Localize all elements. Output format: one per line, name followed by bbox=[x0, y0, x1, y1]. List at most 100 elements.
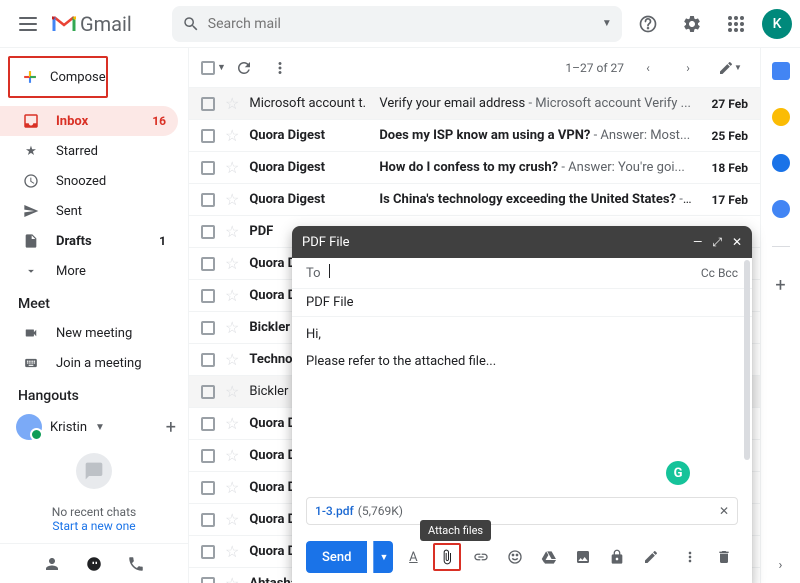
star-button[interactable]: ☆ bbox=[225, 190, 239, 209]
select-all-checkbox[interactable]: ▼ bbox=[201, 61, 226, 75]
video-icon bbox=[22, 326, 40, 340]
drive-icon bbox=[541, 549, 557, 565]
hangouts-tab[interactable] bbox=[85, 555, 103, 573]
contacts-addon-icon[interactable] bbox=[772, 200, 790, 218]
compose-button[interactable]: Compose bbox=[8, 56, 108, 98]
insert-photo-button[interactable] bbox=[569, 543, 597, 571]
star-button[interactable]: ☆ bbox=[225, 510, 239, 529]
star-button[interactable]: ☆ bbox=[225, 382, 239, 401]
star-button[interactable]: ☆ bbox=[225, 542, 239, 561]
hangouts-user-row[interactable]: Kristin ▼ + bbox=[0, 410, 188, 444]
refresh-button[interactable] bbox=[226, 50, 262, 86]
attach-files-button[interactable] bbox=[433, 543, 461, 571]
insert-signature-button[interactable] bbox=[637, 543, 665, 571]
row-checkbox[interactable] bbox=[201, 193, 215, 207]
sidebar-join-meeting[interactable]: Join a meeting bbox=[0, 348, 188, 378]
send-button[interactable]: Send bbox=[306, 541, 367, 573]
more-options-button[interactable] bbox=[676, 543, 704, 571]
search-bar[interactable]: ▼ bbox=[172, 6, 622, 42]
prev-page-button[interactable]: ‹ bbox=[630, 50, 666, 86]
sidebar-item-more[interactable]: More bbox=[0, 256, 178, 286]
star-button[interactable]: ☆ bbox=[225, 254, 239, 273]
sidebar-item-inbox[interactable]: Inbox 16 bbox=[0, 106, 178, 136]
row-checkbox[interactable] bbox=[201, 385, 215, 399]
row-checkbox[interactable] bbox=[201, 545, 215, 559]
star-button[interactable]: ☆ bbox=[225, 318, 239, 337]
insert-drive-button[interactable] bbox=[535, 543, 563, 571]
row-checkbox[interactable] bbox=[201, 321, 215, 335]
row-checkbox[interactable] bbox=[201, 129, 215, 143]
compose-header[interactable]: PDF File — ⤢ ✕ bbox=[292, 226, 752, 258]
row-checkbox[interactable] bbox=[201, 97, 215, 111]
star-button[interactable]: ☆ bbox=[225, 414, 239, 433]
remove-attachment-button[interactable]: ✕ bbox=[719, 504, 729, 518]
star-button[interactable]: ☆ bbox=[225, 286, 239, 305]
row-checkbox[interactable] bbox=[201, 481, 215, 495]
row-checkbox[interactable] bbox=[201, 225, 215, 239]
get-addons-button[interactable]: + bbox=[775, 275, 785, 296]
gmail-logo[interactable]: Gmail bbox=[52, 12, 132, 36]
star-button[interactable]: ☆ bbox=[225, 446, 239, 465]
discard-draft-button[interactable] bbox=[710, 543, 738, 571]
row-checkbox[interactable] bbox=[201, 353, 215, 367]
email-row[interactable]: ☆Quora DigestIs China's technology excee… bbox=[189, 184, 760, 216]
no-chats-text: No recent chats bbox=[20, 505, 168, 519]
bcc-button[interactable]: Bcc bbox=[718, 266, 738, 280]
close-button[interactable]: ✕ bbox=[732, 235, 742, 250]
fullscreen-button[interactable]: ⤢ bbox=[712, 235, 722, 250]
sidebar-item-sent[interactable]: Sent bbox=[0, 196, 178, 226]
calendar-addon-icon[interactable] bbox=[772, 62, 790, 80]
star-button[interactable]: ☆ bbox=[225, 158, 239, 177]
more-button[interactable] bbox=[262, 50, 298, 86]
subject-field[interactable]: PDF File bbox=[292, 289, 752, 317]
new-conversation-button[interactable]: + bbox=[166, 417, 176, 438]
email-row[interactable]: ☆Quora DigestHow do I confess to my crus… bbox=[189, 152, 760, 184]
minimize-button[interactable]: — bbox=[693, 235, 702, 250]
star-button[interactable]: ☆ bbox=[225, 222, 239, 241]
search-input[interactable] bbox=[208, 16, 602, 32]
phone-tab[interactable] bbox=[127, 555, 145, 573]
support-button[interactable] bbox=[630, 6, 666, 42]
star-button[interactable]: ☆ bbox=[225, 350, 239, 369]
row-checkbox[interactable] bbox=[201, 513, 215, 527]
confidential-mode-button[interactable] bbox=[603, 543, 631, 571]
attachment-chip[interactable]: 1-3.pdf (5,769K) ✕ bbox=[306, 497, 738, 525]
sidebar-new-meeting[interactable]: New meeting bbox=[0, 318, 188, 348]
row-checkbox[interactable] bbox=[201, 289, 215, 303]
email-row[interactable]: ☆Microsoft account t.Verify your email a… bbox=[189, 88, 760, 120]
email-row[interactable]: ☆Quora DigestDoes my ISP know am using a… bbox=[189, 120, 760, 152]
search-options-dropdown[interactable]: ▼ bbox=[602, 18, 612, 29]
star-button[interactable]: ☆ bbox=[225, 574, 239, 583]
send-options-button[interactable]: ▼ bbox=[373, 541, 393, 573]
person-tab[interactable] bbox=[43, 555, 61, 573]
star-button[interactable]: ☆ bbox=[225, 94, 239, 113]
row-checkbox[interactable] bbox=[201, 577, 215, 583]
cc-button[interactable]: Cc bbox=[701, 266, 715, 280]
grammarly-icon[interactable]: G bbox=[666, 461, 690, 485]
insert-emoji-button[interactable] bbox=[501, 543, 529, 571]
apps-button[interactable] bbox=[718, 6, 754, 42]
star-button[interactable]: ☆ bbox=[225, 478, 239, 497]
start-new-chat-link[interactable]: Start a new one bbox=[20, 519, 168, 533]
tasks-addon-icon[interactable] bbox=[772, 154, 790, 172]
sidebar-item-snoozed[interactable]: Snoozed bbox=[0, 166, 178, 196]
formatting-button[interactable]: A bbox=[399, 543, 427, 571]
to-field[interactable]: To Cc Bcc bbox=[292, 258, 752, 289]
star-button[interactable]: ☆ bbox=[225, 126, 239, 145]
row-checkbox[interactable] bbox=[201, 161, 215, 175]
keep-addon-icon[interactable] bbox=[772, 108, 790, 126]
row-checkbox[interactable] bbox=[201, 449, 215, 463]
sidebar: Compose Inbox 16 ★ Starred Snoozed Sent … bbox=[0, 48, 188, 583]
sidebar-item-drafts[interactable]: Drafts 1 bbox=[0, 226, 178, 256]
sidebar-item-starred[interactable]: ★ Starred bbox=[0, 136, 178, 166]
input-tools-button[interactable]: ▼ bbox=[712, 50, 748, 86]
account-avatar[interactable]: K bbox=[762, 9, 792, 39]
row-checkbox[interactable] bbox=[201, 417, 215, 431]
annotation-arrow bbox=[412, 327, 414, 487]
main-menu-button[interactable] bbox=[8, 4, 48, 44]
row-checkbox[interactable] bbox=[201, 257, 215, 271]
insert-link-button[interactable] bbox=[467, 543, 495, 571]
settings-button[interactable] bbox=[674, 6, 710, 42]
hide-panel-button[interactable]: › bbox=[779, 558, 783, 573]
next-page-button[interactable]: › bbox=[670, 50, 706, 86]
